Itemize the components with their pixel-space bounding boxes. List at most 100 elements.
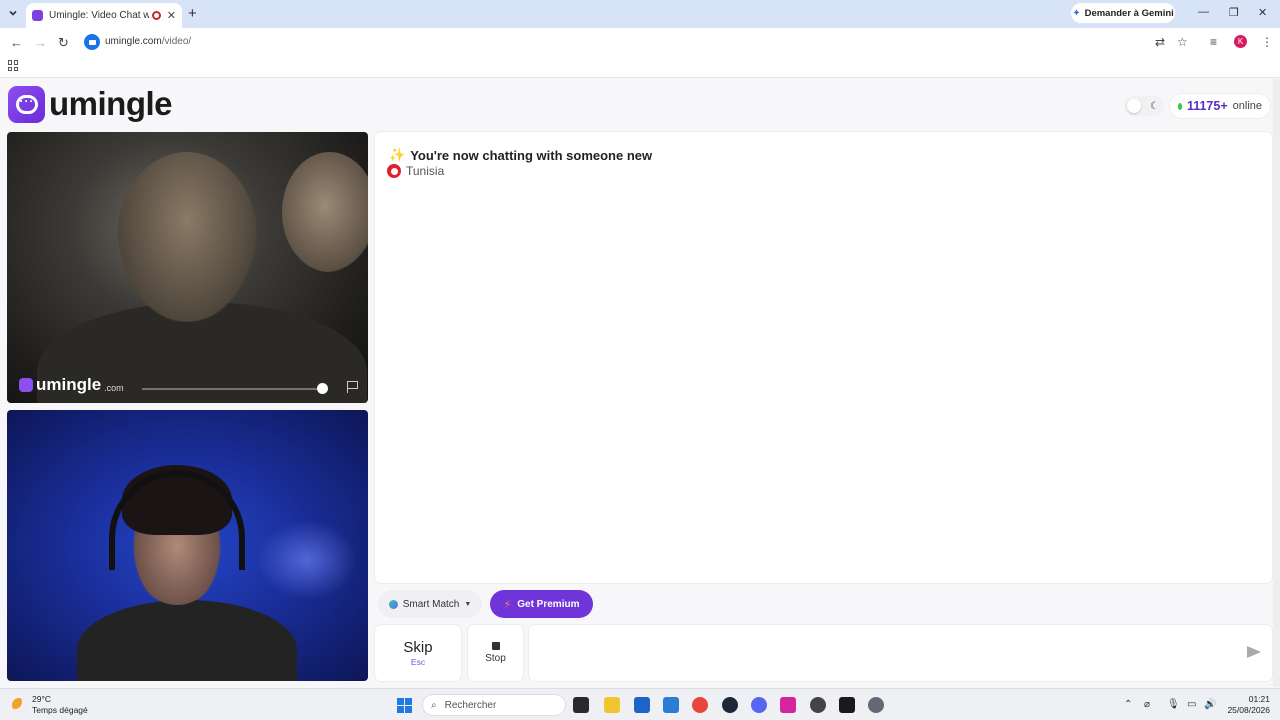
umingle-watermark: umingle .com bbox=[19, 375, 124, 395]
app-icon[interactable] bbox=[810, 697, 826, 713]
remote-video: umingle .com bbox=[7, 132, 368, 403]
partner-country: Tunisia bbox=[387, 164, 444, 178]
weather-widget[interactable]: 29°C Temps dégagé bbox=[12, 694, 88, 716]
umingle-favicon-icon bbox=[32, 10, 43, 21]
umingle-page: umingle ☾ 11175+ online umingle .com ✨ bbox=[0, 79, 1280, 687]
toggle-knob bbox=[1127, 99, 1141, 113]
message-input[interactable] bbox=[529, 625, 1272, 681]
close-window-button[interactable]: ✕ bbox=[1258, 6, 1267, 19]
stop-icon bbox=[491, 642, 500, 650]
browser-toolbar: ← → ↻ umingle.com/video/ ⇄ ☆ ≡ K ⋮ bbox=[0, 28, 1280, 56]
stop-label: Stop bbox=[485, 653, 506, 664]
online-label: online bbox=[1232, 100, 1262, 112]
browser-tabbar: Umingle: Video Chat with S ✕ + ✦ Demande… bbox=[0, 0, 1280, 28]
stop-button[interactable]: Stop bbox=[468, 625, 523, 681]
url-host: umingle.com bbox=[105, 36, 162, 47]
send-icon[interactable] bbox=[1247, 646, 1261, 658]
reload-icon[interactable]: ↻ bbox=[58, 35, 69, 51]
steam-icon[interactable] bbox=[722, 697, 738, 713]
task-view-icon[interactable] bbox=[573, 697, 589, 713]
browser-tab-active[interactable]: Umingle: Video Chat with S ✕ bbox=[26, 3, 182, 28]
minimize-window-button[interactable]: — bbox=[1198, 6, 1209, 18]
apps-grid-icon[interactable] bbox=[8, 60, 19, 71]
temperature: 29°C bbox=[32, 694, 51, 704]
skip-label: Skip bbox=[403, 639, 433, 656]
umingle-watermark-icon bbox=[19, 378, 33, 392]
chat-status-text: You're now chatting with someone new bbox=[410, 147, 653, 163]
recording-indicator-icon bbox=[151, 11, 161, 20]
back-arrow-icon[interactable]: ← bbox=[10, 35, 23, 50]
tab-title: Umingle: Video Chat with S bbox=[49, 10, 149, 21]
watermark-text: umingle bbox=[36, 375, 102, 394]
premium-label: Get Premium bbox=[517, 598, 580, 610]
maximize-window-button[interactable]: ❐ bbox=[1229, 6, 1239, 19]
watermark-suffix: .com bbox=[104, 382, 124, 393]
windows-taskbar: 29°C Temps dégagé ⌕ Rechercher ⌃ ⌀ 🎙 ▭ 🔊… bbox=[0, 688, 1280, 720]
search-icon: ⌕ bbox=[431, 699, 437, 711]
volume-icon[interactable]: 🔊 bbox=[1204, 699, 1216, 710]
terminal-icon[interactable] bbox=[839, 697, 855, 713]
discord-icon[interactable] bbox=[751, 697, 767, 713]
outlook-icon[interactable] bbox=[663, 697, 679, 713]
volume-slider-handle[interactable] bbox=[317, 383, 328, 394]
instagram-icon[interactable] bbox=[780, 697, 796, 713]
skip-button[interactable]: Skip Esc bbox=[375, 625, 461, 681]
online-count: 11175+ bbox=[1186, 99, 1228, 113]
tray-chevron-up-icon[interactable]: ⌃ bbox=[1124, 699, 1132, 710]
online-counter: 11175+ online bbox=[1170, 94, 1270, 118]
country-name: Tunisia bbox=[406, 164, 445, 178]
translate-icon[interactable]: ⇄ bbox=[1155, 35, 1165, 49]
url-path: /video/ bbox=[161, 36, 192, 47]
chat-panel: ✨ You're now chatting with someone new T… bbox=[375, 132, 1272, 583]
chat-status-message: ✨ You're now chatting with someone new bbox=[389, 147, 652, 163]
gemini-sparkle-icon: ✦ bbox=[1072, 7, 1081, 19]
microphone-icon[interactable]: 🎙 bbox=[1167, 699, 1180, 710]
new-tab-button[interactable]: + bbox=[188, 5, 197, 22]
ask-gemini-button[interactable]: ✦ Demander à Gemini bbox=[1071, 3, 1175, 23]
chrome-icon[interactable] bbox=[692, 697, 708, 713]
settings-gear-icon[interactable] bbox=[868, 697, 884, 713]
volume-slider-track[interactable] bbox=[142, 388, 322, 390]
taskbar-clock[interactable]: 01:21 25/08/2026 bbox=[1226, 694, 1270, 716]
microsoft-store-icon[interactable] bbox=[634, 697, 650, 713]
online-status-dot-icon bbox=[1178, 102, 1182, 110]
weather-description: Temps dégagé bbox=[32, 705, 88, 715]
smart-match-dropdown[interactable]: Smart Match ▼ bbox=[378, 590, 482, 618]
clock-time: 01:21 bbox=[1248, 694, 1270, 704]
taskbar-search-label: Rechercher bbox=[444, 699, 497, 711]
tunisia-flag-icon bbox=[387, 164, 401, 178]
local-video bbox=[7, 410, 368, 681]
globe-icon bbox=[388, 599, 398, 609]
bookmark-star-icon[interactable]: ☆ bbox=[1177, 35, 1188, 49]
report-flag-icon[interactable] bbox=[347, 381, 359, 393]
file-explorer-icon[interactable] bbox=[604, 697, 620, 713]
media-controls-icon[interactable]: ≡ bbox=[1210, 35, 1217, 49]
gemini-label: Demander à Gemini bbox=[1084, 7, 1174, 19]
moon-weather-icon bbox=[12, 698, 26, 712]
clock-date: 25/08/2026 bbox=[1227, 705, 1270, 715]
profile-avatar[interactable]: K bbox=[1234, 35, 1247, 48]
tray-network-off-icon[interactable]: ⌀ bbox=[1144, 699, 1150, 710]
display-icon[interactable]: ▭ bbox=[1187, 699, 1196, 710]
tab-close-icon[interactable]: ✕ bbox=[167, 9, 176, 22]
umingle-logo[interactable]: umingle bbox=[8, 85, 173, 123]
tab-search-button[interactable] bbox=[4, 4, 22, 22]
get-premium-button[interactable]: ⚡ Get Premium bbox=[490, 590, 593, 618]
address-field[interactable]: umingle.com/video/ bbox=[105, 36, 191, 47]
sparkles-icon: ✨ bbox=[389, 147, 406, 162]
smart-match-label: Smart Match bbox=[402, 598, 460, 610]
caret-down-icon: ▼ bbox=[464, 600, 472, 608]
page-scrollbar[interactable] bbox=[1273, 79, 1280, 687]
taskbar-search[interactable]: ⌕ Rechercher bbox=[423, 695, 565, 715]
chevron-down-icon bbox=[9, 10, 17, 16]
skip-shortcut: Esc bbox=[410, 657, 426, 667]
moon-icon: ☾ bbox=[1150, 100, 1159, 112]
site-info-icon[interactable] bbox=[84, 34, 100, 50]
dark-mode-toggle[interactable]: ☾ bbox=[1124, 96, 1164, 116]
lightning-icon: ⚡ bbox=[503, 598, 512, 611]
bookmarks-bar bbox=[0, 56, 1280, 78]
browser-menu-icon[interactable]: ⋮ bbox=[1261, 35, 1273, 49]
windows-start-icon[interactable] bbox=[397, 698, 412, 713]
chat-bubble-logo-icon bbox=[8, 85, 45, 123]
forward-arrow-icon[interactable]: → bbox=[34, 35, 47, 50]
